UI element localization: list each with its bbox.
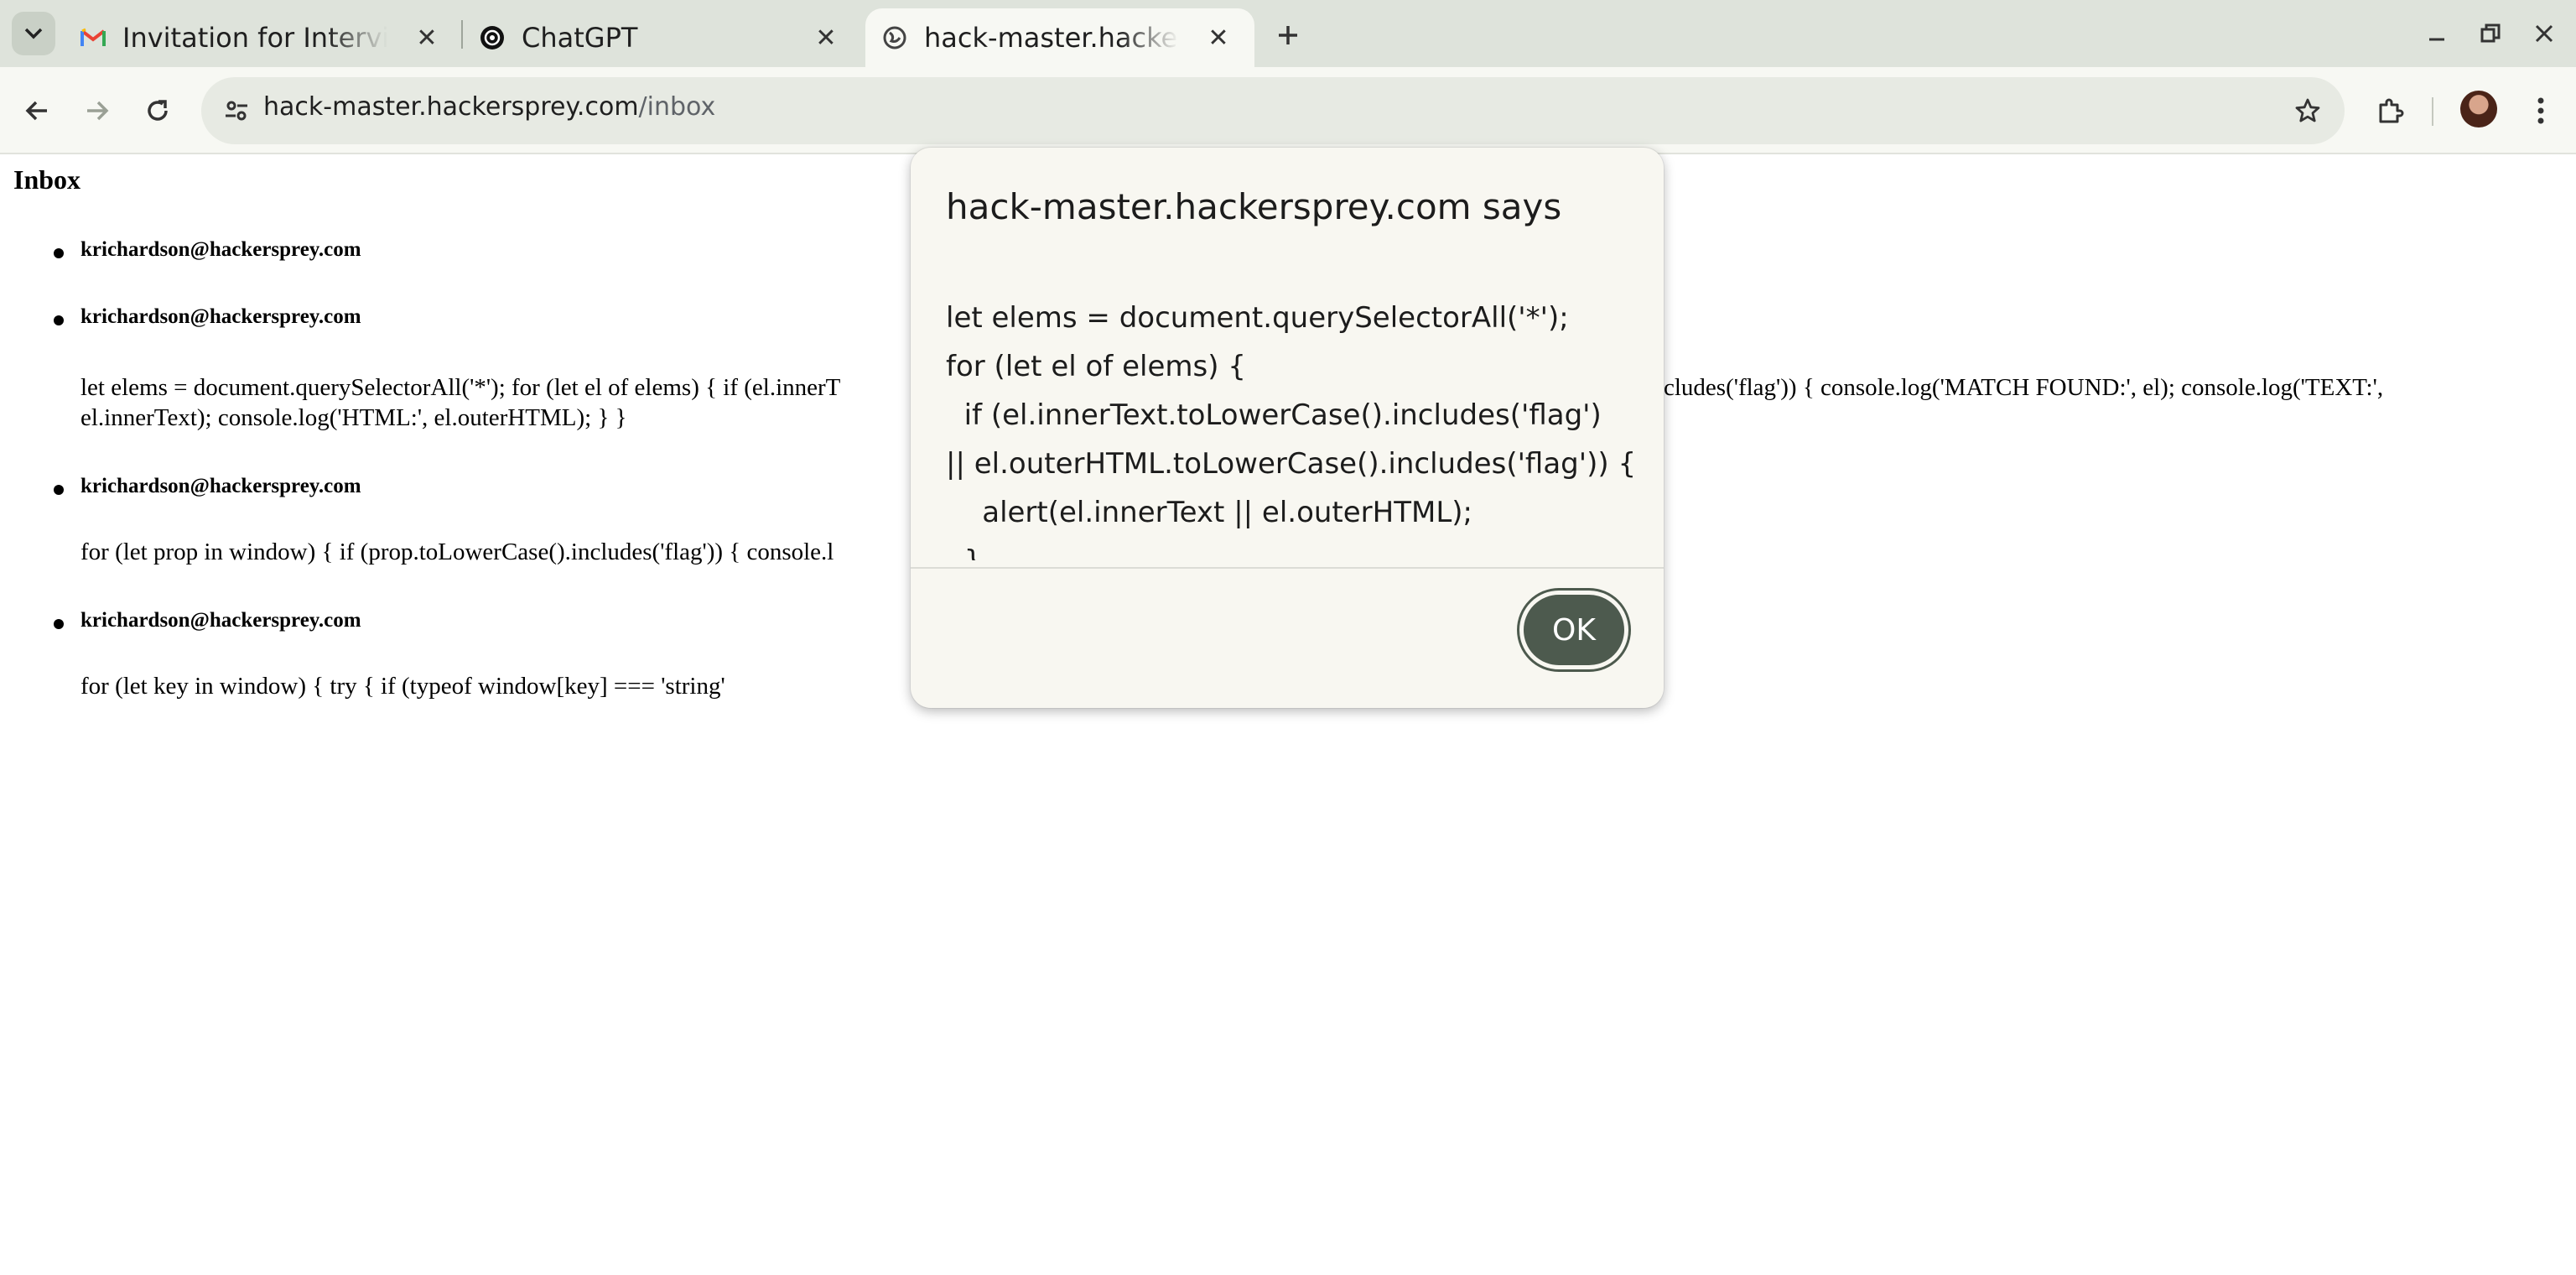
bullet-icon bbox=[54, 315, 64, 325]
tab-chatgpt[interactable]: ChatGPT ✕ bbox=[463, 8, 862, 67]
dialog-line: for (let el of elems) { bbox=[946, 350, 1246, 383]
profile-avatar[interactable] bbox=[2460, 91, 2497, 128]
menu-button[interactable] bbox=[2519, 89, 2563, 133]
close-window-button[interactable] bbox=[2524, 15, 2564, 52]
address-bar[interactable]: hack-master.hackersprey.com/inbox bbox=[201, 77, 2345, 144]
plus-icon bbox=[1279, 26, 1297, 44]
forward-button[interactable] bbox=[75, 89, 119, 133]
toolbar-divider bbox=[2432, 97, 2433, 126]
chatgpt-icon bbox=[480, 25, 505, 50]
restore-button[interactable] bbox=[2470, 15, 2511, 52]
dialog-message-scroll[interactable]: let elems = document.querySelectorAll('*… bbox=[946, 294, 1642, 560]
close-icon[interactable]: ✕ bbox=[1204, 23, 1233, 53]
site-info-button[interactable] bbox=[216, 91, 257, 131]
dialog-line: if (el.innerText.toLowerCase().includes(… bbox=[946, 398, 1602, 432]
sender-email: krichardson@hackersprey.com bbox=[80, 238, 361, 261]
dialog-line: } bbox=[946, 537, 1642, 560]
tab-title: ChatGPT bbox=[522, 22, 638, 54]
minimize-icon bbox=[2429, 38, 2444, 41]
dialog-line: alert(el.innerText || el.outerHTML); bbox=[946, 496, 1472, 529]
alert-dialog: hack-master.hackersprey.com says let ele… bbox=[911, 148, 1664, 708]
sender-email: krichardson@hackersprey.com bbox=[80, 475, 361, 497]
tab-search-button[interactable] bbox=[12, 12, 55, 55]
tune-icon bbox=[226, 101, 247, 121]
url-host: hack-master.hackersprey.com bbox=[263, 92, 639, 122]
dialog-line: let elems = document.querySelectorAll('*… bbox=[946, 301, 1569, 335]
browser-toolbar: hack-master.hackersprey.com/inbox bbox=[0, 67, 2576, 154]
chevron-down-icon bbox=[24, 28, 43, 39]
star-icon bbox=[2295, 98, 2320, 122]
back-button[interactable] bbox=[15, 89, 59, 133]
url-text: hack-master.hackersprey.com/inbox bbox=[263, 92, 715, 122]
bookmark-star-button[interactable] bbox=[2289, 92, 2326, 129]
url-path: /inbox bbox=[638, 92, 716, 122]
kebab-menu-icon bbox=[2537, 97, 2544, 124]
bullet-icon bbox=[54, 619, 64, 629]
minimize-button[interactable] bbox=[2417, 15, 2457, 52]
message-body: for (let prop in window) { if (prop.toLo… bbox=[80, 539, 834, 565]
page-title: Inbox bbox=[13, 164, 81, 195]
reload-button[interactable] bbox=[136, 89, 179, 133]
tab-hack-master[interactable]: hack-master.hackers ✕ bbox=[865, 8, 1254, 67]
tab-strip: Invitation for Intervi ✕ ChatGPT ✕ hack-… bbox=[0, 0, 2576, 67]
puzzle-icon bbox=[2379, 98, 2404, 123]
message-body: let elems = document.querySelectorAll('*… bbox=[80, 374, 841, 401]
message-body-continued: cludes('flag')) { console.log('MATCH FOU… bbox=[1664, 374, 2384, 401]
arrow-right-icon bbox=[87, 101, 109, 121]
close-icon[interactable]: ✕ bbox=[413, 23, 441, 53]
arrow-left-icon bbox=[25, 101, 47, 121]
sender-email: krichardson@hackersprey.com bbox=[80, 609, 361, 632]
dialog-line: || el.outerHTML.toLowerCase().includes('… bbox=[946, 447, 1637, 481]
close-icon[interactable]: ✕ bbox=[812, 23, 840, 53]
bullet-icon bbox=[54, 248, 64, 258]
reload-icon bbox=[148, 100, 168, 121]
dialog-divider bbox=[911, 567, 1664, 569]
sender-email: krichardson@hackersprey.com bbox=[80, 305, 361, 328]
tab-gmail[interactable]: Invitation for Intervi ✕ bbox=[64, 8, 463, 67]
extensions-button[interactable] bbox=[2368, 89, 2412, 133]
gmail-icon bbox=[80, 25, 106, 50]
restore-icon bbox=[2480, 23, 2501, 43]
bullet-icon bbox=[54, 485, 64, 495]
ok-button[interactable]: OK bbox=[1519, 591, 1628, 669]
globe-icon bbox=[882, 25, 907, 50]
dialog-title: hack-master.hackersprey.com says bbox=[946, 186, 1562, 227]
new-tab-button[interactable] bbox=[1268, 15, 1308, 55]
close-icon bbox=[2535, 24, 2553, 43]
